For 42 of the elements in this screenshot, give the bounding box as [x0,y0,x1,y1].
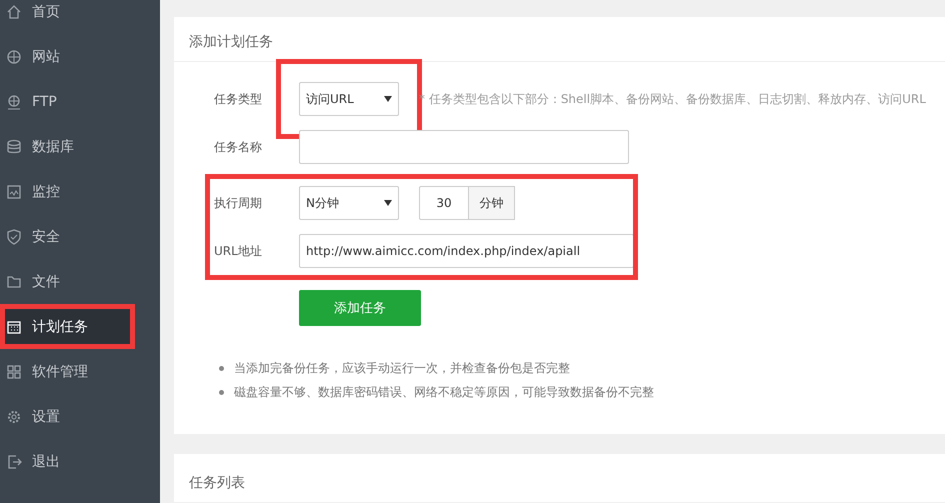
dropdown[interactable]: N分钟 [299,186,399,220]
dropdown[interactable]: 访问URL [299,82,399,116]
globe-icon [6,94,22,110]
field-label: 任务类型 [214,90,263,108]
sidebar-item[interactable]: 首页 [0,0,160,34]
monitor-icon [6,184,22,200]
url-field[interactable]: http://www.aimicc.com/index.php/index/apiall [299,234,634,268]
field-label: 执行周期 [214,194,263,212]
field-label: URL地址 [214,242,263,260]
card-title: 添加计划任务 [174,17,945,62]
home-icon [6,4,22,20]
grid-icon [6,364,22,380]
gear-icon [6,408,22,424]
sidebar-item[interactable]: 安全 [0,214,160,259]
caret-icon [384,200,392,206]
number-field[interactable]: 30 [419,186,469,220]
unit-label: 分钟 [469,186,515,220]
caret-icon [384,96,392,102]
database-icon [6,138,22,154]
sidebar-item[interactable]: 退出 [0,439,160,484]
field-label: 任务名称 [214,138,263,156]
calendar-icon [6,318,22,334]
bullet-dot [219,390,224,394]
sidebar-item[interactable]: 设置 [0,394,160,439]
hint-text: * 任务类型包含以下部分：Shell脚本、备份网站、备份数据库、日志切割、释放内存、访问URL [419,90,926,108]
folder-icon [6,274,22,290]
globe-icon [6,48,22,64]
add-task-button[interactable]: 添加任务 [299,290,421,326]
input-field[interactable] [299,130,629,164]
card-title: 任务列表 [188,474,246,493]
sidebar-item[interactable]: 计划任务 [0,304,135,349]
sidebar-item[interactable]: 网站 [0,34,160,79]
exit-icon [6,454,22,470]
note-text: 磁盘容量不够、数据库密码错误、网络不稳定等原因，可能导致数据备份不完整 [234,384,654,401]
sidebar-item[interactable]: 数据库 [0,124,160,169]
bullet-dot [219,366,224,370]
shield-icon [6,228,22,244]
sidebar-item[interactable]: 文件 [0,259,160,304]
sidebar-item[interactable]: FTP [0,79,160,124]
sidebar-item[interactable]: 软件管理 [0,349,160,394]
sidebar-item[interactable]: 监控 [0,169,160,214]
note-text: 当添加完备份任务，应该手动运行一次，并检查备份包是否完整 [234,360,570,377]
